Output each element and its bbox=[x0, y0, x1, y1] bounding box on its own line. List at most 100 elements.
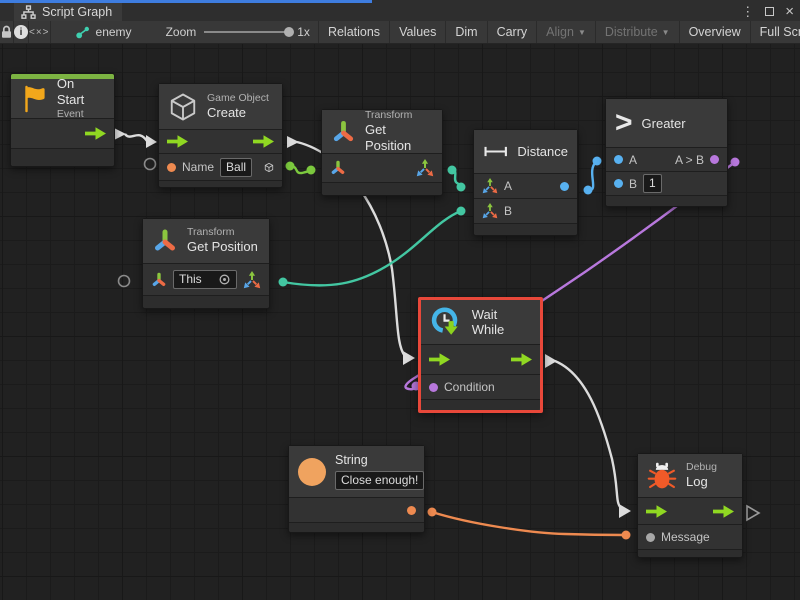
flow-output-port[interactable] bbox=[253, 135, 274, 148]
condition-row: Condition bbox=[421, 375, 540, 400]
close-icon[interactable]: × bbox=[785, 4, 794, 19]
cube-icon bbox=[168, 92, 198, 122]
port-b-label: B bbox=[629, 177, 637, 191]
b-input-port[interactable] bbox=[614, 179, 623, 188]
flow-output-port[interactable] bbox=[511, 353, 532, 366]
dim-button[interactable]: Dim bbox=[446, 21, 487, 43]
toolbar-buttons: Relations Values Dim Carry Align ▼ Distr… bbox=[318, 21, 800, 43]
values-button[interactable]: Values bbox=[390, 21, 446, 43]
graph-breadcrumb[interactable]: enemy bbox=[75, 21, 132, 43]
node-footer bbox=[474, 224, 577, 235]
carry-button[interactable]: Carry bbox=[488, 21, 538, 43]
string-output-port[interactable] bbox=[407, 506, 416, 515]
chevron-down-icon: ▼ bbox=[662, 28, 670, 37]
wire-getposition-this-to-distance-b[interactable] bbox=[279, 207, 466, 287]
node-string[interactable]: String Close enough! bbox=[288, 445, 425, 533]
flow-row bbox=[638, 498, 742, 525]
node-subtitle: Transform bbox=[187, 226, 258, 239]
wire-create-to-getposition[interactable] bbox=[286, 162, 316, 175]
game-object-output-port[interactable] bbox=[264, 159, 274, 176]
node-subtitle: Game Object bbox=[207, 92, 269, 105]
wire-string-to-debuglog-message[interactable] bbox=[428, 508, 631, 540]
lock-button[interactable] bbox=[0, 21, 14, 43]
vector-input-port-b[interactable] bbox=[482, 203, 498, 219]
window-menu-icon[interactable]: ⋮ bbox=[741, 5, 754, 18]
node-title: Greater bbox=[642, 116, 686, 131]
relations-button[interactable]: Relations bbox=[319, 21, 390, 43]
node-title: Get Position bbox=[365, 122, 433, 155]
flow-input-port[interactable] bbox=[167, 135, 188, 148]
zoom-value: 1x bbox=[297, 25, 310, 39]
condition-label: Condition bbox=[444, 380, 495, 394]
transform-icon bbox=[152, 228, 178, 254]
zoom-slider[interactable] bbox=[204, 31, 289, 33]
wire-getposition-to-distance-a[interactable] bbox=[448, 166, 466, 192]
wire-onstart-to-create[interactable] bbox=[114, 128, 157, 148]
vector-input-port-a[interactable] bbox=[482, 178, 498, 194]
align-button[interactable]: Align ▼ bbox=[537, 21, 596, 43]
node-footer bbox=[638, 550, 742, 557]
node-header: On Start Event bbox=[11, 79, 114, 119]
transform-input-port[interactable] bbox=[330, 160, 346, 176]
info-button[interactable]: i bbox=[14, 21, 29, 43]
node-create[interactable]: Game Object Create Name Ball bbox=[158, 83, 283, 188]
code-view-button[interactable]: <×> bbox=[29, 21, 51, 43]
node-title: String bbox=[335, 453, 424, 469]
flow-input-port[interactable] bbox=[646, 505, 667, 518]
b-value-field[interactable]: 1 bbox=[643, 174, 662, 193]
port-row-b: B bbox=[474, 199, 577, 224]
distance-icon bbox=[483, 144, 508, 159]
node-debug-log[interactable]: Debug Log Message bbox=[637, 453, 743, 558]
maximize-icon[interactable] bbox=[765, 7, 774, 16]
node-on-start[interactable]: On Start Event bbox=[10, 73, 115, 167]
tab-script-graph[interactable]: Script Graph bbox=[14, 3, 122, 21]
flow-row bbox=[11, 119, 114, 149]
zoom-slider-handle[interactable] bbox=[284, 27, 294, 37]
node-footer bbox=[606, 196, 727, 206]
target-value-field[interactable]: This bbox=[173, 270, 237, 289]
position-output-port[interactable] bbox=[416, 159, 434, 177]
distance-output-port[interactable] bbox=[560, 182, 569, 191]
node-title: Get Position bbox=[187, 239, 258, 255]
node-wait-while[interactable]: Wait While Condition bbox=[418, 297, 543, 413]
wait-clock-icon bbox=[430, 305, 463, 339]
port-row-a: A A > B bbox=[606, 148, 727, 172]
wire-waitwhile-to-debuglog[interactable] bbox=[545, 354, 631, 518]
name-input-port[interactable] bbox=[167, 163, 176, 172]
object-picker-icon[interactable] bbox=[218, 273, 231, 286]
condition-input-port[interactable] bbox=[429, 383, 438, 392]
port-row-a: A bbox=[474, 174, 577, 199]
node-footer bbox=[11, 149, 114, 166]
node-distance[interactable]: Distance A B bbox=[473, 129, 578, 236]
node-get-position-this[interactable]: Transform Get Position This bbox=[142, 218, 270, 309]
node-footer bbox=[421, 400, 540, 410]
flow-output-port[interactable] bbox=[85, 127, 106, 140]
a-input-port[interactable] bbox=[614, 155, 623, 164]
graph-canvas[interactable]: On Start Event Game Object Create bbox=[0, 44, 800, 600]
distribute-button[interactable]: Distribute ▼ bbox=[596, 21, 680, 43]
string-value-field[interactable]: Close enough! bbox=[335, 471, 424, 490]
node-subtitle: Event bbox=[57, 108, 105, 121]
position-output-port[interactable] bbox=[243, 271, 261, 289]
flow-input-port[interactable] bbox=[429, 353, 450, 366]
info-icon: i bbox=[14, 25, 28, 39]
overview-button[interactable]: Overview bbox=[680, 21, 751, 43]
transform-input-port[interactable] bbox=[151, 272, 167, 288]
node-footer bbox=[322, 183, 442, 195]
node-header: Transform Get Position bbox=[143, 219, 269, 264]
result-label: A > B bbox=[675, 153, 704, 167]
node-title: Distance bbox=[517, 144, 568, 159]
graph-name-label: enemy bbox=[96, 25, 132, 39]
result-output-port[interactable] bbox=[710, 155, 719, 164]
wire-distance-to-greater[interactable] bbox=[584, 157, 602, 195]
fullscreen-button[interactable]: Full Screen bbox=[751, 21, 800, 43]
name-value-field[interactable]: Ball bbox=[220, 158, 252, 177]
bug-icon bbox=[647, 460, 677, 492]
flow-row bbox=[421, 345, 540, 375]
flow-output-port[interactable] bbox=[713, 505, 734, 518]
transform-icon bbox=[331, 119, 356, 145]
greater-icon: > bbox=[615, 108, 633, 138]
message-input-port[interactable] bbox=[646, 533, 655, 542]
node-greater[interactable]: > Greater A A > B B 1 bbox=[605, 98, 728, 207]
node-get-position-top[interactable]: Transform Get Position bbox=[321, 109, 443, 196]
